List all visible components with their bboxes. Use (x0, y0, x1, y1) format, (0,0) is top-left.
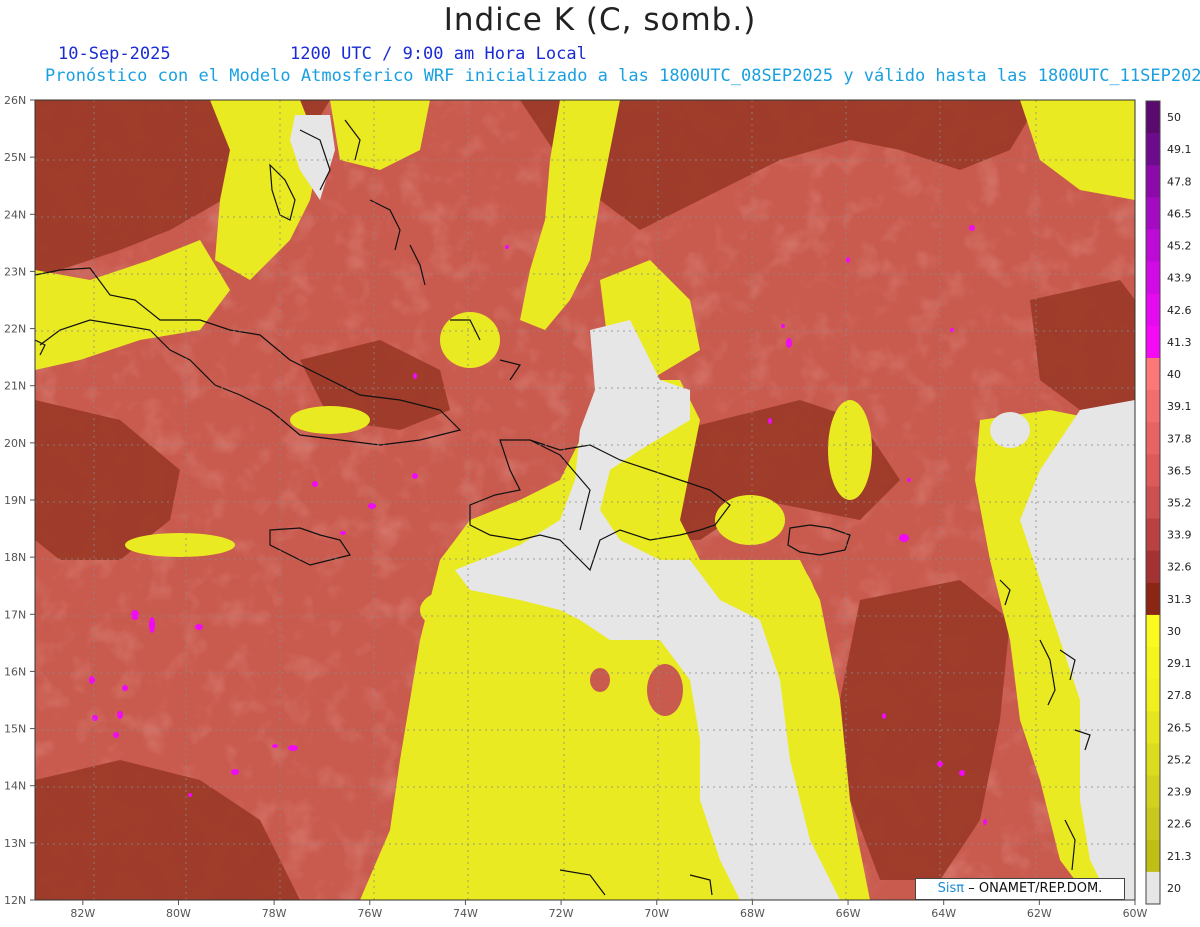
colorbar: 50 49.1 47.8 46.5 45.2 43.9 42.6 41.3 40 39.1 37.8… (1145, 100, 1192, 905)
colorbar-swatch (1146, 133, 1160, 166)
colorbar-swatch (1146, 839, 1160, 873)
colorbar-label: 41.3 (1167, 336, 1192, 349)
lon-label: 60W (1123, 907, 1148, 920)
k-index-map: 26N 25N 24N 23N 22N 21N 20N 19N 18N 17N 16N 15N 14N 1… (4, 94, 1192, 920)
lat-label: 13N (4, 837, 26, 850)
colorbar-swatch (1146, 550, 1160, 584)
lat-label: 16N (4, 665, 26, 678)
credit-box: Sisπ – ONAMET/REP.DOM. (915, 878, 1125, 900)
lon-label: 64W (931, 907, 956, 920)
colorbar-swatch (1146, 743, 1160, 777)
colorbar-swatch (1146, 197, 1160, 230)
colorbar-label: 27.8 (1167, 689, 1192, 702)
colorbar-swatch (1146, 679, 1160, 712)
lon-label: 70W (644, 907, 669, 920)
colorbar-label: 43.9 (1167, 272, 1192, 285)
lat-label: 12N (4, 894, 26, 907)
lat-label: 18N (4, 551, 26, 564)
colorbar-swatch (1146, 871, 1160, 905)
lat-label: 21N (4, 380, 26, 393)
colorbar-label: 23.9 (1167, 786, 1192, 799)
colorbar-label: 37.8 (1167, 432, 1192, 445)
colorbar-swatch (1146, 582, 1160, 616)
lat-label: 20N (4, 437, 26, 450)
lat-label: 17N (4, 608, 26, 621)
colorbar-swatch (1146, 711, 1160, 744)
k-index-field (35, 100, 1135, 900)
lon-label: 62W (1027, 907, 1052, 920)
lat-label: 15N (4, 723, 26, 736)
colorbar-swatch (1146, 454, 1160, 487)
colorbar-label: 22.6 (1167, 818, 1192, 831)
colorbar-label: 30 (1167, 625, 1181, 638)
colorbar-label: 35.2 (1167, 497, 1192, 510)
colorbar-swatch (1146, 293, 1160, 327)
colorbar-label: 46.5 (1167, 207, 1192, 220)
lat-label: 24N (4, 208, 26, 221)
colorbar-label: 21.3 (1167, 850, 1192, 863)
lon-label: 80W (166, 907, 191, 920)
colorbar-swatch (1146, 518, 1160, 552)
colorbar-swatch (1146, 422, 1160, 455)
lat-label: 26N (4, 94, 26, 107)
colorbar-label: 26.5 (1167, 721, 1192, 734)
lon-label: 78W (262, 907, 287, 920)
lon-label: 74W (453, 907, 478, 920)
lat-label: 19N (4, 494, 26, 507)
lat-label: 23N (4, 265, 26, 278)
colorbar-label: 36.5 (1167, 464, 1192, 477)
lat-label: 22N (4, 323, 26, 336)
colorbar-label: 49.1 (1167, 143, 1192, 156)
colorbar-label: 47.8 (1167, 175, 1192, 188)
lon-label: 82W (70, 907, 95, 920)
colorbar-swatch (1146, 101, 1160, 134)
colorbar-swatch (1146, 390, 1160, 423)
colorbar-label: 33.9 (1167, 529, 1192, 542)
lon-label: 66W (836, 907, 861, 920)
credit-brand: Sisπ (937, 881, 965, 896)
colorbar-label: 20 (1167, 882, 1181, 895)
lon-label: 72W (549, 907, 574, 920)
colorbar-swatch (1146, 486, 1160, 520)
lat-label: 25N (4, 151, 26, 164)
colorbar-swatch (1146, 775, 1160, 809)
lon-label: 76W (357, 907, 382, 920)
colorbar-label: 31.3 (1167, 593, 1192, 606)
lon-label: 68W (740, 907, 765, 920)
colorbar-label: 39.1 (1167, 400, 1192, 413)
colorbar-label: 29.1 (1167, 657, 1192, 670)
colorbar-label: 40 (1167, 368, 1181, 381)
credit-text: – ONAMET/REP.DOM. (968, 881, 1103, 896)
colorbar-swatch (1146, 357, 1160, 391)
colorbar-label: 25.2 (1167, 753, 1192, 766)
colorbar-swatch (1146, 261, 1160, 295)
lat-label: 14N (4, 780, 26, 793)
colorbar-label: 50 (1167, 111, 1181, 124)
colorbar-label: 32.6 (1167, 561, 1192, 574)
colorbar-swatch (1146, 647, 1160, 680)
colorbar-swatch (1146, 325, 1160, 359)
colorbar-label: 45.2 (1167, 240, 1192, 253)
colorbar-swatch (1146, 165, 1160, 198)
colorbar-swatch (1146, 807, 1160, 841)
colorbar-swatch (1146, 229, 1160, 263)
colorbar-label: 42.6 (1167, 304, 1192, 317)
colorbar-swatch (1146, 614, 1160, 648)
